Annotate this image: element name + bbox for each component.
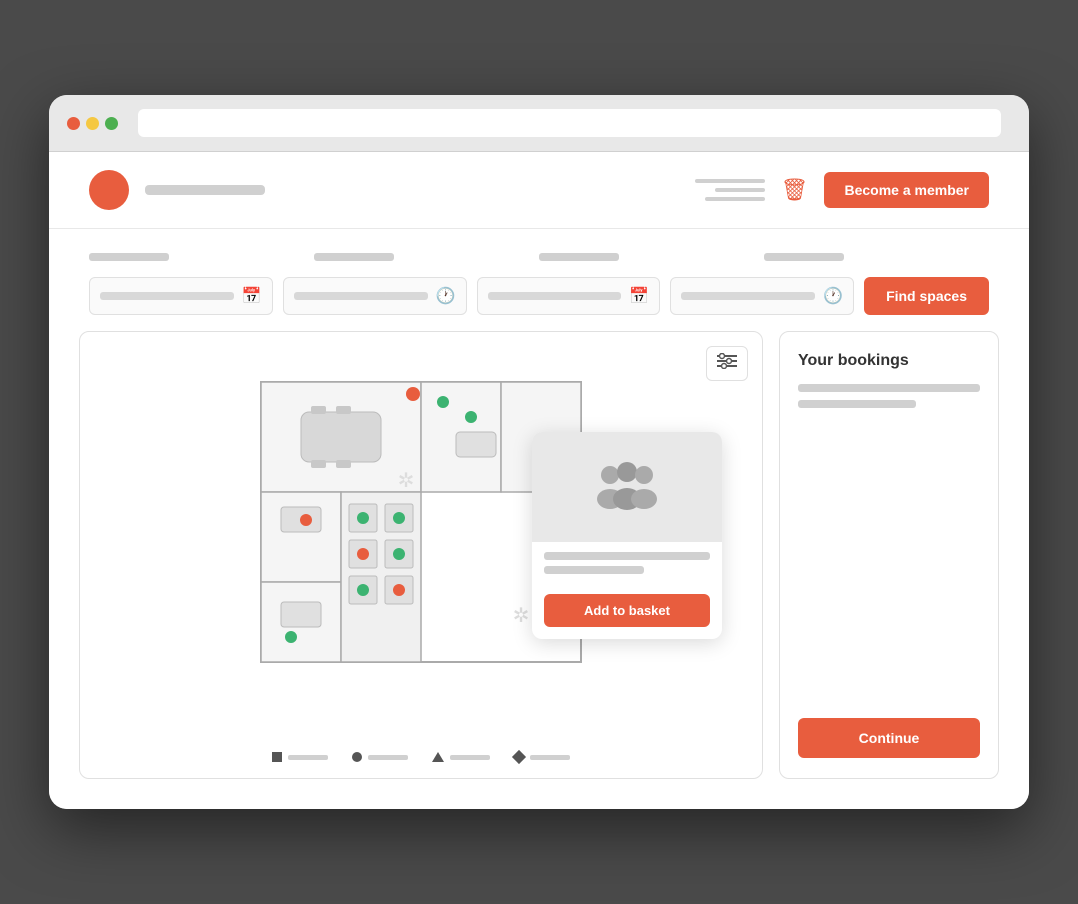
header-line-3 — [705, 197, 765, 201]
header-lines — [695, 179, 765, 201]
search-label-3 — [539, 253, 752, 267]
booking-text-bars — [798, 384, 980, 704]
booking-bar-2 — [798, 400, 916, 408]
search-field-date[interactable]: 🕐 — [283, 277, 467, 315]
search-label-1 — [89, 253, 302, 267]
add-to-basket-button[interactable]: Add to basket — [544, 594, 710, 627]
popup-detail-bar — [544, 566, 644, 574]
dot-maximize[interactable] — [105, 117, 118, 130]
search-field-location[interactable]: 📅 — [89, 277, 273, 315]
legend-square-icon — [272, 752, 282, 762]
header-line-2 — [715, 188, 765, 192]
search-label-4 — [764, 253, 977, 267]
legend-diamond-icon — [512, 750, 526, 764]
map-panel: ✲ ✲ — [79, 331, 763, 779]
header-line-1 — [695, 179, 765, 183]
bookings-title: Your bookings — [798, 352, 980, 370]
main-area: ✲ ✲ — [49, 331, 1029, 809]
logo-text — [145, 185, 265, 195]
svg-text:✲: ✲ — [398, 470, 415, 492]
logo-circle — [89, 170, 129, 210]
search-field-time-end[interactable]: 🕐 — [670, 277, 854, 315]
search-label-2 — [314, 253, 527, 267]
browser-dots — [67, 117, 118, 130]
become-member-button[interactable]: Become a member — [824, 172, 989, 208]
trash-icon[interactable]: 🗑 — [781, 177, 809, 203]
popup-name-bar — [544, 552, 710, 560]
bookings-panel: Your bookings Continue — [779, 331, 999, 779]
clock-icon-2: 🕐 — [823, 286, 843, 306]
popup-info — [532, 542, 722, 586]
popup-image — [532, 432, 722, 542]
booking-bar-1 — [798, 384, 980, 392]
search-inputs-row: 📅 🕐 📅 🕐 Find spaces — [89, 277, 989, 315]
people-icon — [592, 457, 662, 517]
search-field-time-start[interactable]: 📅 — [477, 277, 661, 315]
header-right: 🗑 Become a member — [695, 172, 989, 208]
legend-item-2 — [352, 752, 408, 762]
search-section: 📅 🕐 📅 🕐 Find spaces — [49, 229, 1029, 331]
legend-item-4 — [514, 752, 570, 762]
continue-button[interactable]: Continue — [798, 718, 980, 758]
legend — [80, 742, 762, 778]
legend-circle-icon — [352, 752, 362, 762]
address-bar[interactable] — [138, 109, 1001, 137]
dot-minimize[interactable] — [86, 117, 99, 130]
calendar-icon-2: 📅 — [629, 286, 649, 306]
clock-icon-1: 🕐 — [436, 286, 456, 306]
legend-triangle-icon — [432, 752, 444, 762]
find-spaces-button[interactable]: Find spaces — [864, 277, 989, 315]
legend-item-3 — [432, 752, 490, 762]
dot-close[interactable] — [67, 117, 80, 130]
browser-chrome — [49, 95, 1029, 152]
browser-window: 🗑 Become a member — [49, 95, 1029, 809]
svg-text:✲: ✲ — [513, 605, 530, 627]
header: 🗑 Become a member — [49, 152, 1029, 229]
calendar-icon-1: 📅 — [242, 286, 262, 306]
legend-item-1 — [272, 752, 328, 762]
filter-button[interactable] — [706, 346, 748, 381]
search-labels — [89, 253, 989, 267]
popup-card: Add to basket — [532, 432, 722, 639]
page-content: 🗑 Become a member — [49, 152, 1029, 809]
